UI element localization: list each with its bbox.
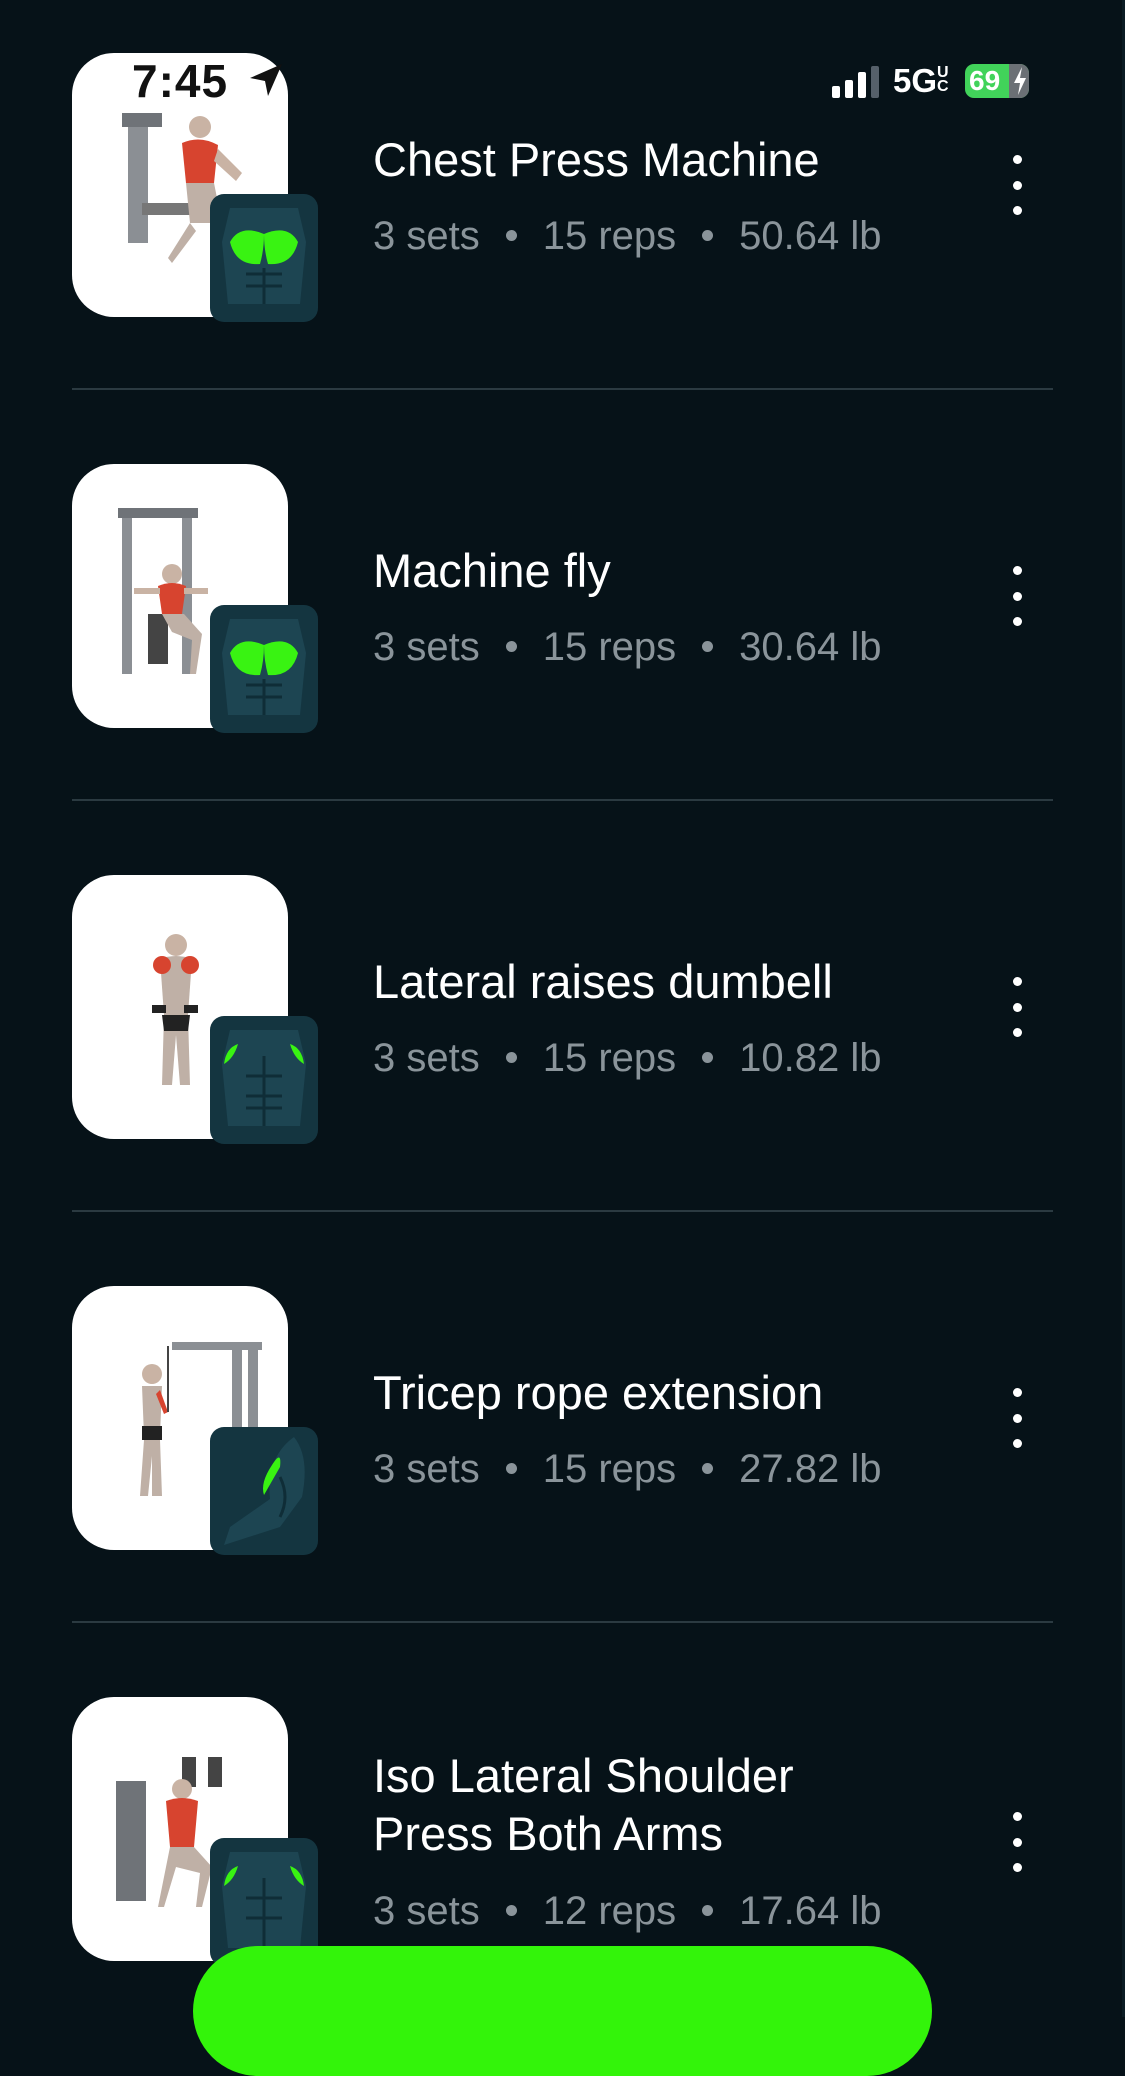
network-label: 5GUC (892, 62, 949, 99)
muscle-chest-icon (210, 194, 318, 322)
exercise-name: Tricep rope extension (373, 1366, 824, 1419)
muscle-triceps-icon (210, 1427, 318, 1555)
exercise-name: Machine fly (373, 544, 611, 597)
more-options-icon[interactable] (1000, 977, 1034, 1037)
exercise-name: Chest Press Machine (373, 133, 820, 186)
exercise-list-screen: 7:45 5GUC 69 Chest Press Machine 3 sets … (0, 0, 1125, 2076)
exercise-meta: 3 sets 15 reps 10.82 lb (373, 1036, 882, 1080)
exercise-meta: 3 sets 12 reps 17.64 lb (373, 1889, 882, 1933)
exercise-item[interactable]: Machine fly 3 sets 15 reps 30.64 lb (0, 411, 1125, 822)
more-options-icon[interactable] (1000, 1812, 1034, 1872)
divider (72, 1210, 1053, 1212)
battery-level: 69 (969, 65, 1001, 96)
divider (72, 1621, 1053, 1623)
exercise-item[interactable]: Lateral raises dumbell 3 sets 15 reps 10.8… (0, 822, 1125, 1233)
more-options-icon[interactable] (1000, 1388, 1034, 1448)
battery-icon: 69 (965, 64, 1029, 98)
exercise-name: Lateral raises dumbell (373, 955, 833, 1008)
status-time: 7:45 (132, 55, 229, 107)
status-indicators: 5GUC 69 (831, 62, 1029, 100)
more-options-icon[interactable] (1000, 155, 1034, 215)
exercise-meta: 3 sets 15 reps 30.64 lb (373, 625, 882, 669)
exercise-meta: 3 sets 15 reps 27.82 lb (373, 1447, 882, 1491)
exercise-name-line1: Iso Lateral Shoulder (373, 1749, 794, 1802)
more-options-icon[interactable] (1000, 566, 1034, 626)
start-workout-button[interactable] (193, 1946, 932, 2076)
muscle-shoulders-icon (210, 1016, 318, 1144)
divider (72, 388, 1053, 390)
muscle-chest-icon (210, 605, 318, 733)
exercise-meta: 3 sets 15 reps 50.64 lb (373, 214, 882, 258)
location-arrow-icon (250, 64, 282, 96)
exercise-name-line2: Press Both Arms (373, 1807, 723, 1860)
divider (72, 799, 1053, 801)
signal-strength-icon (831, 64, 879, 98)
exercise-item[interactable]: Tricep rope extension 3 sets 15 reps 27.82… (0, 1233, 1125, 1644)
